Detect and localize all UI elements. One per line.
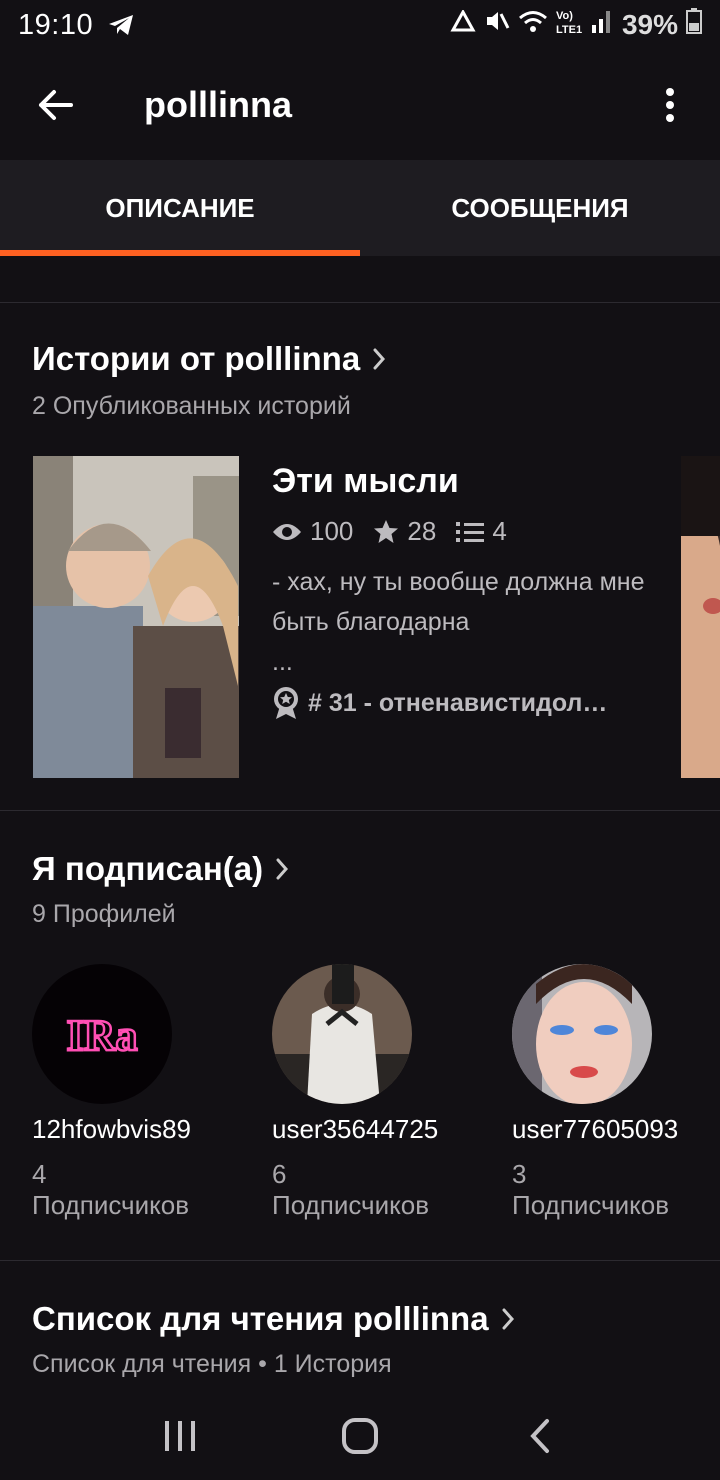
chevron-right-icon — [502, 1308, 514, 1330]
lte-signal-icon: Vo) LTE1 — [556, 7, 614, 43]
back-button[interactable] — [0, 50, 110, 160]
story-stats: 100 28 4 — [272, 516, 527, 547]
reading-list-subtitle: Список для чтения • 1 История — [32, 1350, 392, 1378]
tab-description[interactable]: ОПИСАНИЕ — [0, 160, 360, 256]
status-bar: 19:10 Vo) LTE1 39% — [0, 0, 720, 50]
battery-icon — [686, 8, 702, 42]
rank-badge-icon — [274, 687, 298, 719]
status-time: 19:10 — [18, 8, 94, 41]
profile-follower-count: 6 — [272, 1159, 287, 1189]
story-cover-image[interactable] — [33, 456, 239, 778]
more-options-button[interactable] — [620, 50, 720, 160]
tab-bar: ОПИСАНИЕ СООБЩЕНИЯ — [0, 160, 720, 256]
profile-follower-label: Подписчиков — [32, 1190, 190, 1220]
following-title: Я подписан(а) — [32, 850, 264, 887]
story-rank-text: # 31 - отненавистидол… — [308, 688, 608, 717]
story-views: 100 — [310, 516, 354, 546]
svg-text:IRa: IRa — [67, 1011, 138, 1060]
profile-follower-label: Подписчиков — [272, 1190, 430, 1220]
reading-list-section-header[interactable]: Список для чтения polllinna — [32, 1300, 515, 1338]
story-title[interactable]: Эти мысли — [272, 462, 459, 501]
tab-messages[interactable]: СООБЩЕНИЯ — [360, 160, 720, 256]
system-nav-bar — [0, 1392, 720, 1480]
profile-card[interactable]: IRa 12hfowbvis89 4 Подписчиков — [32, 964, 232, 1221]
story-parts: 4 — [492, 516, 507, 546]
status-icons: Vo) LTE1 39% — [450, 7, 702, 43]
divider — [0, 1260, 720, 1261]
profile-card[interactable]: user77605093 3 Подписчиков — [512, 964, 712, 1221]
profile-username[interactable]: user35644725 — [272, 1114, 472, 1145]
home-button[interactable] — [310, 1396, 410, 1476]
story-description-ellipsis: ... — [272, 648, 293, 676]
profile-follower-label: Подписчиков — [512, 1190, 670, 1220]
avatar[interactable] — [512, 964, 652, 1104]
telegram-icon — [107, 13, 135, 37]
following-count: 9 Профилей — [32, 900, 176, 928]
svg-text:LTE1: LTE1 — [556, 24, 582, 35]
stories-section-header[interactable]: Истории от polllinna — [32, 340, 386, 378]
profile-card[interactable]: user35644725 6 Подписчиков — [272, 964, 472, 1221]
list-icon — [456, 521, 485, 542]
story-rank[interactable]: # 31 - отненавистидол… — [272, 686, 607, 720]
story-description-text: - хах, ну ты вообще должна мне быть благ… — [272, 568, 645, 636]
wifi-icon — [518, 9, 548, 42]
profile-username[interactable]: 12hfowbvis89 — [32, 1114, 232, 1145]
story-cover-image-2[interactable] — [681, 456, 720, 778]
stories-count: 2 Опубликованных историй — [32, 392, 351, 420]
chevron-right-icon — [373, 348, 386, 370]
app-bar: polllinna — [0, 50, 720, 160]
chevron-left-icon — [530, 1419, 549, 1453]
battery-percent: 39% — [621, 9, 678, 40]
recycle-icon — [450, 8, 476, 42]
mute-icon — [484, 8, 510, 42]
more-vertical-icon — [666, 88, 674, 122]
recent-apps-icon — [165, 1421, 195, 1451]
divider — [0, 810, 720, 811]
profile-follower-count: 4 — [32, 1159, 47, 1189]
arrow-left-icon — [39, 90, 73, 120]
story-votes: 28 — [407, 516, 437, 546]
home-icon — [342, 1418, 378, 1454]
system-back-button[interactable] — [490, 1396, 590, 1476]
recent-apps-button[interactable] — [130, 1396, 230, 1476]
reading-list-title: Список для чтения polllinna — [32, 1300, 489, 1337]
stories-title: Истории от polllinna — [32, 340, 361, 377]
avatar[interactable] — [272, 964, 412, 1104]
page-title: polllinna — [144, 84, 292, 125]
eye-icon — [273, 523, 301, 540]
story-description: - хах, ну ты вообще должна мне быть благ… — [272, 562, 672, 682]
chevron-right-icon — [276, 858, 289, 880]
profile-follower-count: 3 — [512, 1159, 527, 1189]
profile-username[interactable]: user77605093 — [512, 1114, 712, 1145]
following-section-header[interactable]: Я подписан(а) — [32, 850, 289, 888]
svg-text:Vo): Vo) — [556, 10, 573, 22]
star-icon — [374, 519, 399, 543]
divider — [0, 302, 720, 303]
avatar[interactable]: IRa — [32, 964, 172, 1104]
